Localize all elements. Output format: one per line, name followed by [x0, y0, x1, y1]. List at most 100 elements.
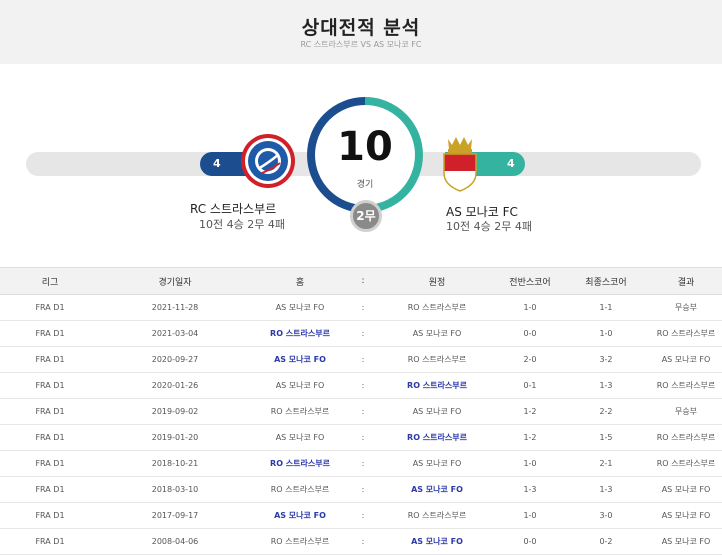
cell-result: 무승부: [650, 294, 722, 321]
cell-away-team: AS 모나코 FO: [376, 398, 498, 425]
away-team-record: 10전 4승 2무 4패: [446, 220, 532, 233]
table-row: FRA D1 2018-10-21 RO 스트라스부르: AS 모나코 FO 1-0 2-…: [0, 450, 722, 477]
cell-date: 2017-09-17: [100, 502, 250, 529]
home-team-name: RC 스트라스부르: [190, 202, 277, 216]
table-row: FRA D1 2008-04-06 RO 스트라스부르: AS 모나코 FO 0-0 0-…: [0, 528, 722, 555]
cell-half-score: 0-0: [498, 320, 562, 347]
cell-league: FRA D1: [0, 398, 100, 425]
cell-result: AS 모나코 FO: [650, 502, 722, 529]
cell-away-team: RO 스트라스부르: [376, 372, 498, 399]
cell-date: 2021-11-28: [100, 294, 250, 321]
cell-home-team: AS 모나코 FO: [250, 424, 350, 451]
cell-half-score: 0-1: [498, 372, 562, 399]
table-row: FRA D1 2020-09-27 AS 모나코 FO: RO 스트라스부르 2-0 3-…: [0, 346, 722, 373]
cell-league: FRA D1: [0, 528, 100, 555]
cell-separator: :: [350, 294, 376, 321]
col-header-final-score: 최종스코어: [562, 267, 650, 295]
cell-date: 2008-04-06: [100, 528, 250, 555]
cell-date: 2021-03-04: [100, 320, 250, 347]
col-header-separator: :: [350, 267, 376, 295]
cell-half-score: 1-3: [498, 476, 562, 503]
total-games-number: 10: [337, 124, 393, 170]
cell-home-team: RO 스트라스부르: [250, 476, 350, 503]
cell-half-score: 2-0: [498, 346, 562, 373]
cell-away-team: AS 모나코 FO: [376, 450, 498, 477]
cell-final-score: 1-5: [562, 424, 650, 451]
cell-home-team: RO 스트라스부르: [250, 528, 350, 555]
cell-separator: :: [350, 372, 376, 399]
cell-away-team: AS 모나코 FO: [376, 528, 498, 555]
page-header: 상대전적 분석 RC 스트라스부르 VS AS 모나코 FC: [0, 0, 722, 64]
cell-result: RO 스트라스부르: [650, 424, 722, 451]
cell-result: 무승부: [650, 398, 722, 425]
cell-away-team: RO 스트라스부르: [376, 294, 498, 321]
cell-home-team: AS 모나코 FO: [250, 346, 350, 373]
home-wins-count: 4: [213, 157, 221, 170]
strasbourg-logo-icon: [241, 134, 295, 188]
cell-separator: :: [350, 502, 376, 529]
cell-away-team: AS 모나코 FO: [376, 320, 498, 347]
match-history-table: 리그 경기일자 홈 : 원정 전반스코어 최종스코어 결과 FRA D1 2021…: [0, 267, 722, 555]
page-subtitle: RC 스트라스부르 VS AS 모나코 FC: [300, 40, 422, 49]
cell-league: FRA D1: [0, 502, 100, 529]
table-row: FRA D1 2017-09-17 AS 모나코 FO: RO 스트라스부르 1-0 3-…: [0, 502, 722, 529]
cell-half-score: 1-2: [498, 424, 562, 451]
col-header-away: 원정: [376, 267, 498, 295]
cell-half-score: 0-0: [498, 528, 562, 555]
table-row: FRA D1 2019-09-02 RO 스트라스부르: AS 모나코 FO 1-2 2-…: [0, 398, 722, 425]
cell-league: FRA D1: [0, 450, 100, 477]
cell-date: 2019-01-20: [100, 424, 250, 451]
col-header-league: 리그: [0, 267, 100, 295]
cell-final-score: 0-2: [562, 528, 650, 555]
cell-date: 2018-10-21: [100, 450, 250, 477]
cell-result: AS 모나코 FO: [650, 528, 722, 555]
table-row: FRA D1 2021-03-04 RO 스트라스부르: AS 모나코 FO 0-0 1-…: [0, 320, 722, 347]
cell-separator: :: [350, 398, 376, 425]
cell-separator: :: [350, 450, 376, 477]
away-wins-count: 4: [507, 157, 515, 170]
cell-home-team: AS 모나코 FO: [250, 372, 350, 399]
cell-final-score: 1-1: [562, 294, 650, 321]
page-title: 상대전적 분석: [301, 17, 421, 39]
cell-league: FRA D1: [0, 346, 100, 373]
cell-league: FRA D1: [0, 476, 100, 503]
cell-date: 2020-01-26: [100, 372, 250, 399]
cell-home-team: RO 스트라스부르: [250, 320, 350, 347]
cell-final-score: 2-1: [562, 450, 650, 477]
cell-date: 2018-03-10: [100, 476, 250, 503]
cell-result: AS 모나코 FO: [650, 476, 722, 503]
cell-separator: :: [350, 320, 376, 347]
cell-final-score: 3-2: [562, 346, 650, 373]
cell-final-score: 2-2: [562, 398, 650, 425]
cell-date: 2019-09-02: [100, 398, 250, 425]
table-row: FRA D1 2019-01-20 AS 모나코 FO: RO 스트라스부르 1-2 1-…: [0, 424, 722, 451]
table-header-row: 리그 경기일자 홈 : 원정 전반스코어 최종스코어 결과: [0, 267, 722, 295]
cell-half-score: 1-2: [498, 398, 562, 425]
cell-away-team: RO 스트라스부르: [376, 424, 498, 451]
draws-badge: 2무: [350, 200, 382, 232]
cell-league: FRA D1: [0, 294, 100, 321]
cell-league: FRA D1: [0, 372, 100, 399]
cell-final-score: 1-3: [562, 372, 650, 399]
cell-final-score: 3-0: [562, 502, 650, 529]
cell-final-score: 1-3: [562, 476, 650, 503]
table-row: FRA D1 2018-03-10 RO 스트라스부르: AS 모나코 FO 1-3 1-…: [0, 476, 722, 503]
cell-home-team: RO 스트라스부르: [250, 398, 350, 425]
cell-separator: :: [350, 528, 376, 555]
cell-separator: :: [350, 424, 376, 451]
total-games-unit: 경기: [356, 180, 374, 190]
col-header-result: 결과: [650, 267, 722, 295]
col-header-date: 경기일자: [100, 267, 250, 295]
cell-away-team: RO 스트라스부르: [376, 346, 498, 373]
cell-date: 2020-09-27: [100, 346, 250, 373]
cell-league: FRA D1: [0, 424, 100, 451]
cell-separator: :: [350, 346, 376, 373]
cell-final-score: 1-0: [562, 320, 650, 347]
cell-half-score: 1-0: [498, 294, 562, 321]
cell-home-team: AS 모나코 FO: [250, 294, 350, 321]
home-team-record: 10전 4승 2무 4패: [199, 218, 285, 231]
cell-away-team: AS 모나코 FO: [376, 476, 498, 503]
table-row: FRA D1 2021-11-28 AS 모나코 FO: RO 스트라스부르 1-0 1-…: [0, 294, 722, 321]
table-row: FRA D1 2020-01-26 AS 모나코 FO: RO 스트라스부르 0-1 1-…: [0, 372, 722, 399]
cell-result: AS 모나코 FO: [650, 346, 722, 373]
